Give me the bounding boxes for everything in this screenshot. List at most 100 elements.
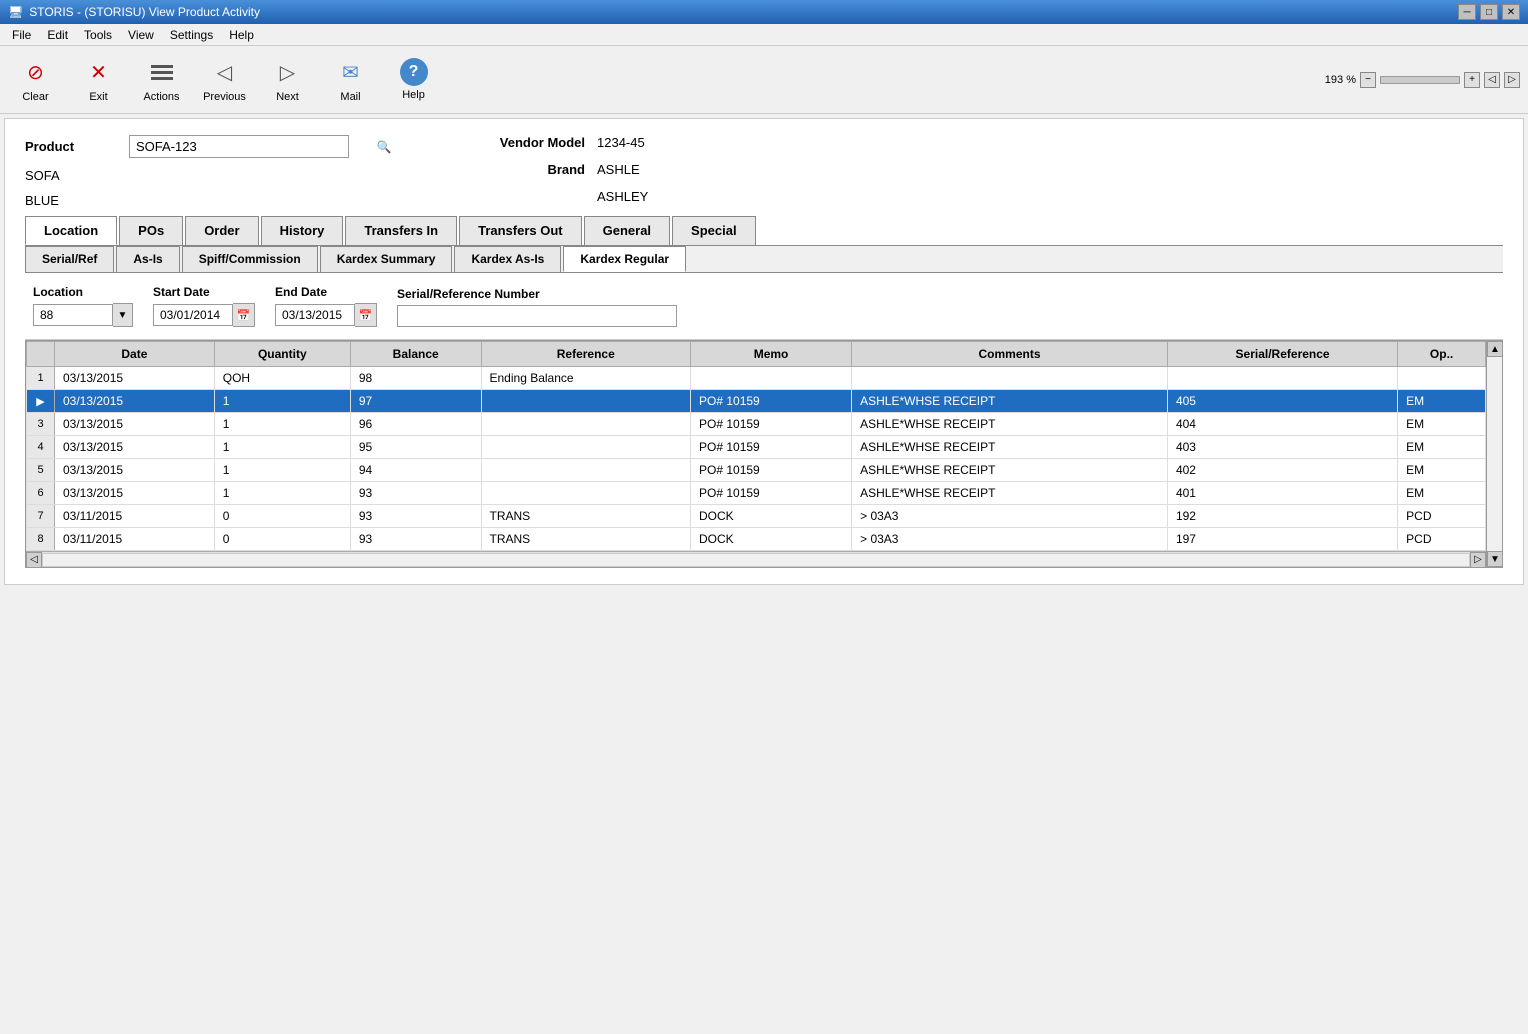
window-title: STORIS - (STORISU) View Product Activity [29,5,260,19]
clear-button[interactable]: ⊘ Clear [8,56,63,103]
cell-date: 03/13/2015 [55,482,215,505]
zoom-in-button[interactable]: + [1464,72,1480,88]
location-filter-input[interactable] [33,304,113,326]
menu-tools[interactable]: Tools [76,26,120,44]
tab-order[interactable]: Order [185,216,258,245]
col-row-num [27,342,55,367]
cell-serial_ref: 401 [1167,482,1397,505]
end-date-calendar-button[interactable]: 📅 [355,303,377,327]
cell-reference [481,482,691,505]
close-button[interactable]: ✕ [1502,4,1520,20]
product-search-button[interactable]: 🔍 [373,136,395,158]
menu-help[interactable]: Help [221,26,262,44]
location-dropdown-button[interactable]: ▼ [113,303,133,327]
cell-date: 03/11/2015 [55,528,215,551]
tab-kardex-as-is[interactable]: Kardex As-Is [454,246,561,272]
product-input[interactable] [129,135,349,158]
cell-memo: DOCK [691,528,852,551]
cell-memo: DOCK [691,505,852,528]
start-date-label: Start Date [153,285,255,299]
tab-kardex-regular[interactable]: Kardex Regular [563,246,686,272]
tab-serial-ref[interactable]: Serial/Ref [25,246,114,272]
menu-file[interactable]: File [4,26,39,44]
scroll-down-button[interactable]: ▼ [1487,551,1503,567]
previous-button[interactable]: ◁ Previous [197,56,252,103]
cell-reference [481,413,691,436]
cell-memo: PO# 10159 [691,390,852,413]
col-balance: Balance [350,342,481,367]
scroll-track[interactable] [42,553,1470,567]
table-row[interactable]: 503/13/2015194PO# 10159ASHLE*WHSE RECEIP… [27,459,1486,482]
cell-comments: ASHLE*WHSE RECEIPT [852,459,1168,482]
previous-icon: ◁ [209,56,241,88]
zoom-prev-button[interactable]: ◁ [1484,72,1500,88]
cell-balance: 93 [350,482,481,505]
tab-kardex-summary[interactable]: Kardex Summary [320,246,453,272]
serial-ref-filter-group: Serial/Reference Number [397,287,677,327]
cell-reference: Ending Balance [481,367,691,390]
exit-button[interactable]: ✕ Exit [71,56,126,103]
tab-location[interactable]: Location [25,216,117,245]
menu-settings[interactable]: Settings [162,26,221,44]
menu-bar: File Edit Tools View Settings Help [0,24,1528,46]
start-date-calendar-button[interactable]: 📅 [233,303,255,327]
end-date-input[interactable] [275,304,355,326]
row-number: 8 [27,528,55,551]
end-date-label: End Date [275,285,377,299]
start-date-input[interactable] [153,304,233,326]
kardex-table: Date Quantity Balance Reference Memo Com… [26,341,1486,551]
zoom-controls: 193 % − + ◁ ▷ [1325,72,1520,88]
cell-quantity: 1 [214,413,350,436]
cell-memo: PO# 10159 [691,413,852,436]
cell-comments: ASHLE*WHSE RECEIPT [852,413,1168,436]
maximize-button[interactable]: □ [1480,4,1498,20]
tab-history[interactable]: History [261,216,344,245]
menu-view[interactable]: View [120,26,162,44]
next-button[interactable]: ▷ Next [260,56,315,103]
mail-button[interactable]: ✉ Mail [323,56,378,103]
brand-value: ASHLE [597,162,677,177]
cell-date: 03/13/2015 [55,413,215,436]
scroll-right-button[interactable]: ▷ [1470,552,1486,568]
zoom-next-button[interactable]: ▷ [1504,72,1520,88]
cell-comments: ASHLE*WHSE RECEIPT [852,390,1168,413]
cell-reference: TRANS [481,528,691,551]
zoom-out-button[interactable]: − [1360,72,1376,88]
tab-pos[interactable]: POs [119,216,183,245]
scroll-up-button[interactable]: ▲ [1487,341,1503,357]
vertical-scrollbar[interactable]: ▲ ▼ [1487,340,1503,568]
row-number: ▶ [27,390,55,413]
actions-button[interactable]: Actions [134,56,189,103]
help-button[interactable]: ? Help [386,58,441,101]
table-row[interactable]: 803/11/2015093TRANSDOCK> 03A3197PCD [27,528,1486,551]
table-row[interactable]: 703/11/2015093TRANSDOCK> 03A3192PCD [27,505,1486,528]
cell-reference [481,459,691,482]
cell-balance: 95 [350,436,481,459]
menu-edit[interactable]: Edit [39,26,76,44]
table-row[interactable]: 603/13/2015193PO# 10159ASHLE*WHSE RECEIP… [27,482,1486,505]
cell-op: PCD [1398,528,1486,551]
tab-transfers-out[interactable]: Transfers Out [459,216,582,245]
table-row[interactable]: 303/13/2015196PO# 10159ASHLE*WHSE RECEIP… [27,413,1486,436]
horizontal-scrollbar[interactable]: ◁ ▷ [26,551,1486,567]
col-comments: Comments [852,342,1168,367]
table-row[interactable]: ▶03/13/2015197PO# 10159ASHLE*WHSE RECEIP… [27,390,1486,413]
serial-ref-input[interactable] [397,305,677,327]
table-row[interactable]: 403/13/2015195PO# 10159ASHLE*WHSE RECEIP… [27,436,1486,459]
product-description1: SOFA [25,168,60,183]
minimize-button[interactable]: ─ [1458,4,1476,20]
col-quantity: Quantity [214,342,350,367]
col-op: Op.. [1398,342,1486,367]
cell-serial_ref: 404 [1167,413,1397,436]
scroll-left-button[interactable]: ◁ [26,552,42,568]
tab-spiff-commission[interactable]: Spiff/Commission [182,246,318,272]
scroll-track-vertical[interactable] [1487,357,1502,551]
cell-serial_ref: 197 [1167,528,1397,551]
tab-transfers-in[interactable]: Transfers In [345,216,457,245]
vendor-model-label: Vendor Model [475,135,585,150]
table-row[interactable]: 103/13/2015QOH98Ending Balance [27,367,1486,390]
tab-special[interactable]: Special [672,216,756,245]
actions-icon [146,56,178,88]
tab-general[interactable]: General [584,216,670,245]
tab-as-is[interactable]: As-Is [116,246,179,272]
